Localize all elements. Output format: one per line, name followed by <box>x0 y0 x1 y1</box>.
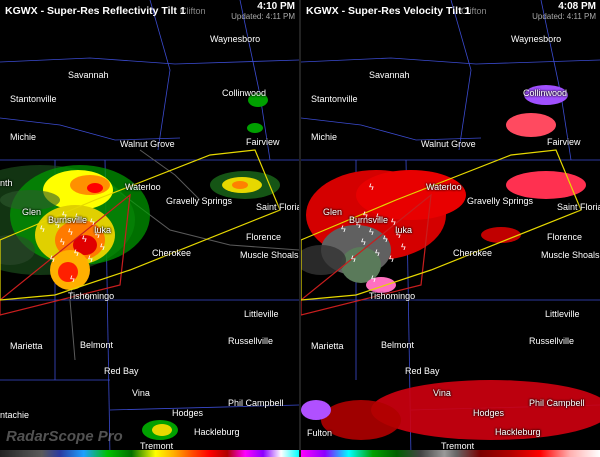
svg-text:ϟ: ϟ <box>40 224 45 234</box>
city-label: Florence <box>547 232 583 242</box>
city-label: Littleville <box>244 309 279 319</box>
product-title[interactable]: KGWX - Super-Res Velocity Tilt 1 <box>306 5 470 17</box>
city-label: Muscle Shoals <box>541 250 600 260</box>
svg-text:ϟ: ϟ <box>369 182 374 192</box>
city-label: Muscle Shoals <box>240 250 299 260</box>
reflectivity-color-scale[interactable] <box>0 450 299 457</box>
city-label: Collinwood <box>523 88 568 98</box>
app-watermark: RadarScope Pro <box>6 428 123 445</box>
scan-time: 4:08 PM <box>558 1 596 12</box>
velocity-panel[interactable]: ϟϟϟ ϟϟϟ ϟϟϟ ϟϟϟ ϟϟϟ KGWX - Super-Res Vel… <box>301 0 600 457</box>
city-label: Fulton <box>307 428 333 438</box>
city-label: Russellville <box>228 336 274 346</box>
city-label: Littleville <box>545 309 580 319</box>
svg-text:ϟ: ϟ <box>70 274 75 284</box>
svg-text:ϟ: ϟ <box>389 254 394 264</box>
svg-text:ϟ: ϟ <box>50 254 55 264</box>
city-label: Russellville <box>529 336 575 346</box>
city-label: Burnsville <box>349 215 389 225</box>
velocity-color-scale[interactable] <box>301 450 600 457</box>
city-label: Michie <box>10 132 37 142</box>
city-label: Walnut Grove <box>421 139 476 149</box>
city-label: Fairview <box>246 137 280 147</box>
scan-time: 4:10 PM <box>257 1 295 12</box>
city-label: Phil Campbell <box>228 398 284 408</box>
city-label: Phil Campbell <box>529 398 585 408</box>
city-label: Gravelly Springs <box>166 196 233 206</box>
updated-time: Updated: 4:11 PM <box>231 12 295 21</box>
city-label: Marietta <box>311 341 344 351</box>
panel-header: KGWX - Super-Res Velocity Tilt 1 4:08 PM… <box>301 0 600 22</box>
city-label: Marietta <box>10 341 43 351</box>
product-title[interactable]: KGWX - Super-Res Reflectivity Tilt 1 <box>5 5 186 17</box>
svg-text:ϟ: ϟ <box>74 248 79 258</box>
city-label: Vina <box>433 388 451 398</box>
city-label: Hackleburg <box>194 427 240 437</box>
city-label: Hodges <box>473 408 505 418</box>
city-label: Hackleburg <box>495 427 541 437</box>
city-label: Hodges <box>172 408 204 418</box>
svg-text:ϟ: ϟ <box>68 227 73 237</box>
city-label: Vina <box>132 388 150 398</box>
city-label: ntachie <box>0 410 30 420</box>
svg-text:ϟ: ϟ <box>375 248 380 258</box>
city-label: Red Bay <box>104 366 139 376</box>
city-label: Stantonville <box>10 94 57 104</box>
city-label: Tishomingo <box>68 291 115 301</box>
svg-text:ϟ: ϟ <box>383 234 388 244</box>
svg-text:ϟ: ϟ <box>341 224 346 234</box>
city-label: Cherokee <box>152 248 192 258</box>
city-label: Florence <box>246 232 282 242</box>
svg-text:ϟ: ϟ <box>351 254 356 264</box>
city-label: Iuka <box>94 225 112 235</box>
city-label: Saint Florian <box>256 202 299 212</box>
city-label: Collinwood <box>222 88 267 98</box>
updated-time: Updated: 4:11 PM <box>532 12 596 21</box>
panel-header: KGWX - Super-Res Reflectivity Tilt 1 4:1… <box>0 0 299 22</box>
svg-text:ϟ: ϟ <box>100 242 105 252</box>
city-label: Fairview <box>547 137 581 147</box>
svg-text:ϟ: ϟ <box>82 234 87 244</box>
svg-text:ϟ: ϟ <box>88 254 93 264</box>
city-label: Stantonville <box>311 94 358 104</box>
city-label: Gravelly Springs <box>467 196 534 206</box>
city-label: Waterloo <box>125 182 161 192</box>
city-label: Walnut Grove <box>120 139 175 149</box>
city-label: Michie <box>311 132 338 142</box>
city-label: Waterloo <box>426 182 462 192</box>
city-label: Belmont <box>80 340 114 350</box>
city-label: Waynesboro <box>511 34 562 44</box>
city-label: Saint Florian <box>557 202 600 212</box>
city-label: Red Bay <box>405 366 440 376</box>
city-label: Tishomingo <box>369 291 416 301</box>
reflectivity-panel[interactable]: ϟϟϟ ϟϟϟ ϟϟϟ ϟϟϟ ϟϟϟ KGWX - Super-Res Ref… <box>0 0 299 457</box>
city-label: nth <box>0 178 13 188</box>
svg-text:ϟ: ϟ <box>361 237 366 247</box>
city-label: Glen <box>22 207 42 217</box>
svg-text:ϟ: ϟ <box>401 242 406 252</box>
city-label: Glen <box>323 207 343 217</box>
svg-text:ϟ: ϟ <box>60 237 65 247</box>
city-label: Savannah <box>369 70 410 80</box>
svg-text:ϟ: ϟ <box>369 227 374 237</box>
city-label: Burnsville <box>48 215 88 225</box>
city-label: Iuka <box>395 225 413 235</box>
city-label: Cherokee <box>453 248 493 258</box>
city-label: Savannah <box>68 70 109 80</box>
city-label: Waynesboro <box>210 34 261 44</box>
svg-text:ϟ: ϟ <box>371 274 376 284</box>
city-label: Belmont <box>381 340 415 350</box>
